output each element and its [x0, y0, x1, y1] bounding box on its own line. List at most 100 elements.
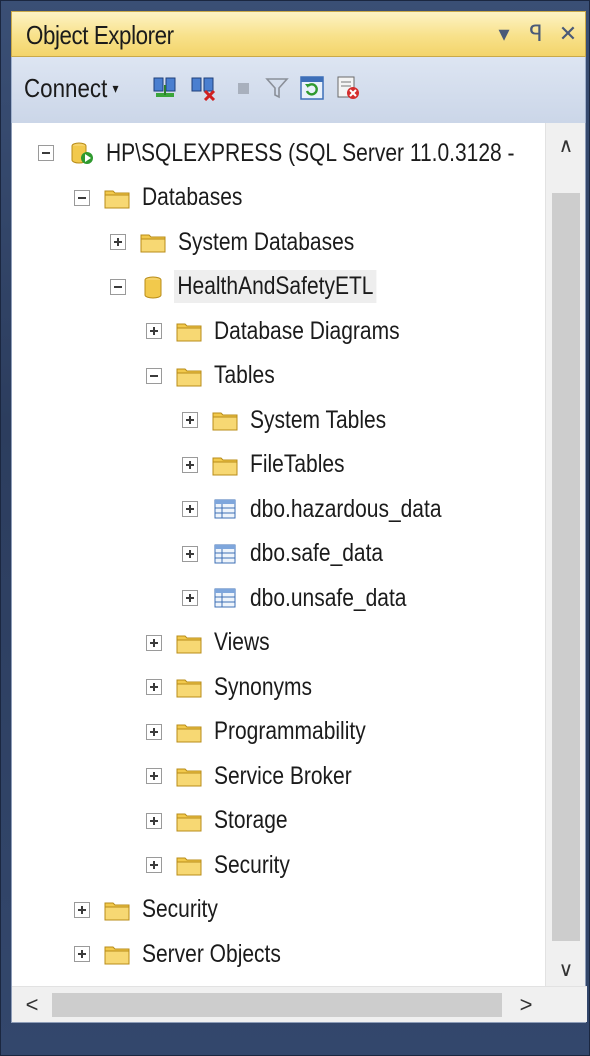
server-node[interactable]: HP\SQLEXPRESS (SQL Server 11.0.3128 - [38, 133, 590, 173]
folder-icon [176, 853, 202, 877]
programmability-node[interactable]: Programmability [146, 712, 395, 752]
tree-node-label: Security [142, 895, 218, 923]
filter-icon[interactable] [264, 75, 290, 101]
tree-node-label: System Tables [250, 405, 387, 434]
folder-icon [176, 764, 202, 788]
collapse-toggle-icon[interactable] [38, 145, 54, 161]
table-unsafe-data-node[interactable]: dbo.unsafe_data [182, 578, 436, 618]
folder-icon [212, 453, 238, 477]
server-objects-node[interactable]: Server Objects [74, 934, 307, 974]
tree-node-label: Service Broker [214, 761, 352, 790]
connect-dropdown-caret-icon[interactable]: ▾ [112, 80, 118, 97]
database-icon [140, 275, 166, 299]
system-databases-node[interactable]: System Databases [110, 222, 388, 262]
disconnect-icon[interactable] [190, 75, 216, 101]
expand-toggle-icon[interactable] [146, 723, 162, 740]
tree-node-label: Databases [142, 183, 243, 211]
collapse-toggle-icon[interactable] [110, 278, 126, 295]
database-healthandsafetyetl-node[interactable]: HealthAndSafetyETL [110, 267, 415, 307]
scroll-down-arrow-icon[interactable]: ∨ [546, 951, 586, 987]
tree-node-label: Database Diagrams [214, 316, 400, 345]
vertical-scrollbar[interactable]: ∧ ∨ [545, 123, 585, 987]
storage-node[interactable]: Storage [146, 801, 302, 841]
expand-toggle-icon[interactable] [146, 323, 162, 339]
tree-node-label: System Databases [178, 227, 355, 256]
table-hazardous-data-node[interactable]: dbo.hazardous_data [182, 489, 478, 529]
system-tables-node[interactable]: System Tables [182, 400, 412, 440]
folder-icon [140, 230, 166, 254]
databases-node[interactable]: Databases [74, 178, 262, 218]
database-diagrams-node[interactable]: Database Diagrams [146, 311, 435, 351]
close-icon[interactable]: ✕ [557, 20, 579, 48]
expand-toggle-icon[interactable] [182, 412, 198, 428]
expand-toggle-icon[interactable] [146, 812, 162, 829]
auto-hide-pin-icon[interactable]: ꟼ [525, 20, 547, 48]
tree-node-label: dbo.safe_data [250, 539, 384, 567]
expand-toggle-icon[interactable] [74, 901, 90, 918]
tree-node-label: HealthAndSafetyETL [174, 270, 377, 303]
expand-toggle-icon[interactable] [146, 768, 162, 784]
db-security-node[interactable]: Security [146, 845, 304, 885]
folder-icon [212, 408, 238, 432]
synonyms-node[interactable]: Synonyms [146, 667, 331, 707]
folder-icon [176, 631, 202, 655]
scroll-right-arrow-icon[interactable]: > [508, 987, 544, 1023]
folder-icon [176, 720, 202, 744]
scroll-up-arrow-icon[interactable]: ∧ [546, 127, 586, 163]
summary-report-icon[interactable] [335, 75, 361, 101]
scroll-left-arrow-icon[interactable]: < [14, 987, 50, 1023]
service-broker-node[interactable]: Service Broker [146, 756, 378, 796]
title-bar-buttons: ▾ ꟼ ✕ [493, 18, 579, 50]
security-node[interactable]: Security [74, 890, 232, 930]
expand-toggle-icon[interactable] [110, 234, 126, 250]
connect-button[interactable]: Connect ▾ [24, 73, 118, 104]
table-icon [212, 542, 238, 566]
stop-icon[interactable] [230, 75, 256, 101]
refresh-icon[interactable] [299, 75, 325, 101]
table-icon [212, 586, 238, 610]
tree-node-label: Tables [214, 361, 275, 389]
folder-icon [104, 942, 130, 966]
panel-title: Object Explorer [26, 20, 174, 50]
collapse-toggle-icon[interactable] [74, 189, 90, 206]
expand-toggle-icon[interactable] [146, 857, 162, 873]
folder-icon [176, 809, 202, 833]
tree-node-label: FileTables [250, 450, 345, 478]
tables-node[interactable]: Tables [146, 356, 286, 396]
folder-icon [176, 675, 202, 699]
tree-node-label: Storage [214, 806, 288, 834]
object-explorer-tree[interactable]: HP\SQLEXPRESS (SQL Server 11.0.3128 - Da… [11, 123, 587, 1023]
expand-toggle-icon[interactable] [146, 634, 162, 651]
tree-node-label: Views [214, 628, 270, 656]
tree-node-label: Server Objects [142, 939, 281, 968]
horizontal-scrollbar[interactable]: < > [12, 986, 587, 1022]
expand-toggle-icon[interactable] [182, 545, 198, 562]
object-explorer-window: Object Explorer ▾ ꟼ ✕ Connect ▾ HP\SQLEX… [0, 0, 590, 1056]
folder-icon [176, 319, 202, 343]
object-explorer-title-bar[interactable]: Object Explorer ▾ ꟼ ✕ [11, 11, 586, 57]
tree-node-label: Synonyms [214, 672, 313, 701]
folder-icon [104, 898, 130, 922]
table-safe-data-node[interactable]: dbo.safe_data [182, 534, 408, 574]
expand-toggle-icon[interactable] [182, 590, 198, 606]
tree-node-label: dbo.unsafe_data [250, 583, 407, 612]
tree-node-label: Security [214, 850, 290, 879]
server-icon [68, 141, 94, 165]
tree-node-label: HP\SQLEXPRESS (SQL Server 11.0.3128 - [106, 138, 515, 167]
filetables-node[interactable]: FileTables [182, 445, 363, 485]
vertical-scroll-thumb[interactable] [552, 193, 580, 941]
folder-icon [176, 364, 202, 388]
window-position-dropdown-icon[interactable]: ▾ [493, 20, 515, 48]
expand-toggle-icon[interactable] [74, 946, 90, 962]
expand-toggle-icon[interactable] [182, 456, 198, 473]
horizontal-scroll-thumb[interactable] [52, 993, 502, 1017]
tree-node-label: dbo.hazardous_data [250, 494, 442, 523]
connect-label: Connect [24, 73, 108, 103]
collapse-toggle-icon[interactable] [146, 367, 162, 384]
tree-node-label: Programmability [214, 717, 366, 745]
expand-toggle-icon[interactable] [182, 501, 198, 517]
connect-object-explorer-icon[interactable] [152, 75, 178, 101]
folder-icon [104, 186, 130, 210]
views-node[interactable]: Views [146, 623, 280, 663]
expand-toggle-icon[interactable] [146, 679, 162, 695]
